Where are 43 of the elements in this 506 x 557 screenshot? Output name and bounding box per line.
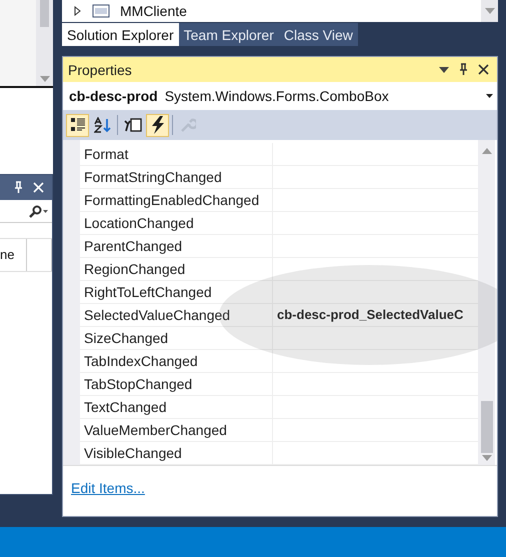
lightning-icon bbox=[150, 116, 164, 134]
event-name[interactable]: Format bbox=[80, 143, 273, 165]
event-name[interactable]: TabIndexChanged bbox=[80, 350, 273, 372]
event-name[interactable]: TabStopChanged bbox=[80, 373, 273, 395]
event-name[interactable]: FormattingEnabledChanged bbox=[80, 189, 273, 211]
dropdown-icon[interactable] bbox=[439, 66, 449, 72]
event-name[interactable]: RightToLeftChanged bbox=[80, 281, 273, 303]
event-name[interactable]: FormatStringChanged bbox=[80, 166, 273, 188]
properties-icon bbox=[124, 117, 142, 133]
tree-item[interactable]: MMCliente bbox=[120, 2, 187, 20]
tab[interactable]: Solution Explorer bbox=[62, 23, 179, 46]
object-name: cb-desc-prod bbox=[69, 88, 158, 104]
event-name[interactable]: ParentChanged bbox=[80, 235, 273, 257]
scrollbar[interactable] bbox=[36, 0, 53, 86]
event-name[interactable]: SelectedValueChanged bbox=[80, 304, 273, 326]
object-type: System.Windows.Forms.ComboBox bbox=[164, 88, 389, 104]
scroll-thumb[interactable] bbox=[40, 0, 49, 27]
toolbar-button[interactable] bbox=[146, 114, 169, 136]
window-title: Properties bbox=[68, 62, 132, 78]
list-icon bbox=[70, 117, 86, 133]
object-selector[interactable]: cb-desc-prod System.Windows.Forms.ComboBox bbox=[63, 82, 497, 110]
search-icon[interactable] bbox=[28, 204, 48, 218]
close-icon[interactable] bbox=[478, 64, 489, 75]
caret-icon[interactable] bbox=[486, 94, 493, 98]
expander-icon[interactable] bbox=[74, 6, 82, 16]
event-name[interactable]: VisibleChanged bbox=[80, 442, 273, 464]
toolbar-button[interactable] bbox=[66, 114, 89, 136]
event-name[interactable]: TextChanged bbox=[80, 396, 273, 418]
column-header[interactable]: ne bbox=[0, 239, 27, 271]
event-name[interactable]: ValueMemberChanged bbox=[80, 419, 273, 441]
wrench-icon bbox=[180, 117, 196, 133]
event-name[interactable]: SizeChanged bbox=[80, 327, 273, 349]
pin-icon[interactable] bbox=[459, 63, 468, 76]
event-name[interactable]: LocationChanged bbox=[80, 212, 273, 234]
tab[interactable]: Team Explorer bbox=[178, 23, 279, 46]
tab[interactable]: Class View bbox=[278, 23, 358, 46]
scroll-thumb[interactable] bbox=[480, 401, 492, 453]
project-icon bbox=[92, 4, 110, 18]
event-name[interactable]: RegionChanged bbox=[80, 258, 273, 280]
scrollbar[interactable] bbox=[478, 140, 495, 465]
edit-items-link[interactable]: Edit Items... bbox=[71, 480, 145, 496]
event-handler[interactable]: cb-desc-prod_SelectedValueC bbox=[273, 304, 478, 326]
sort-icon bbox=[94, 117, 112, 133]
